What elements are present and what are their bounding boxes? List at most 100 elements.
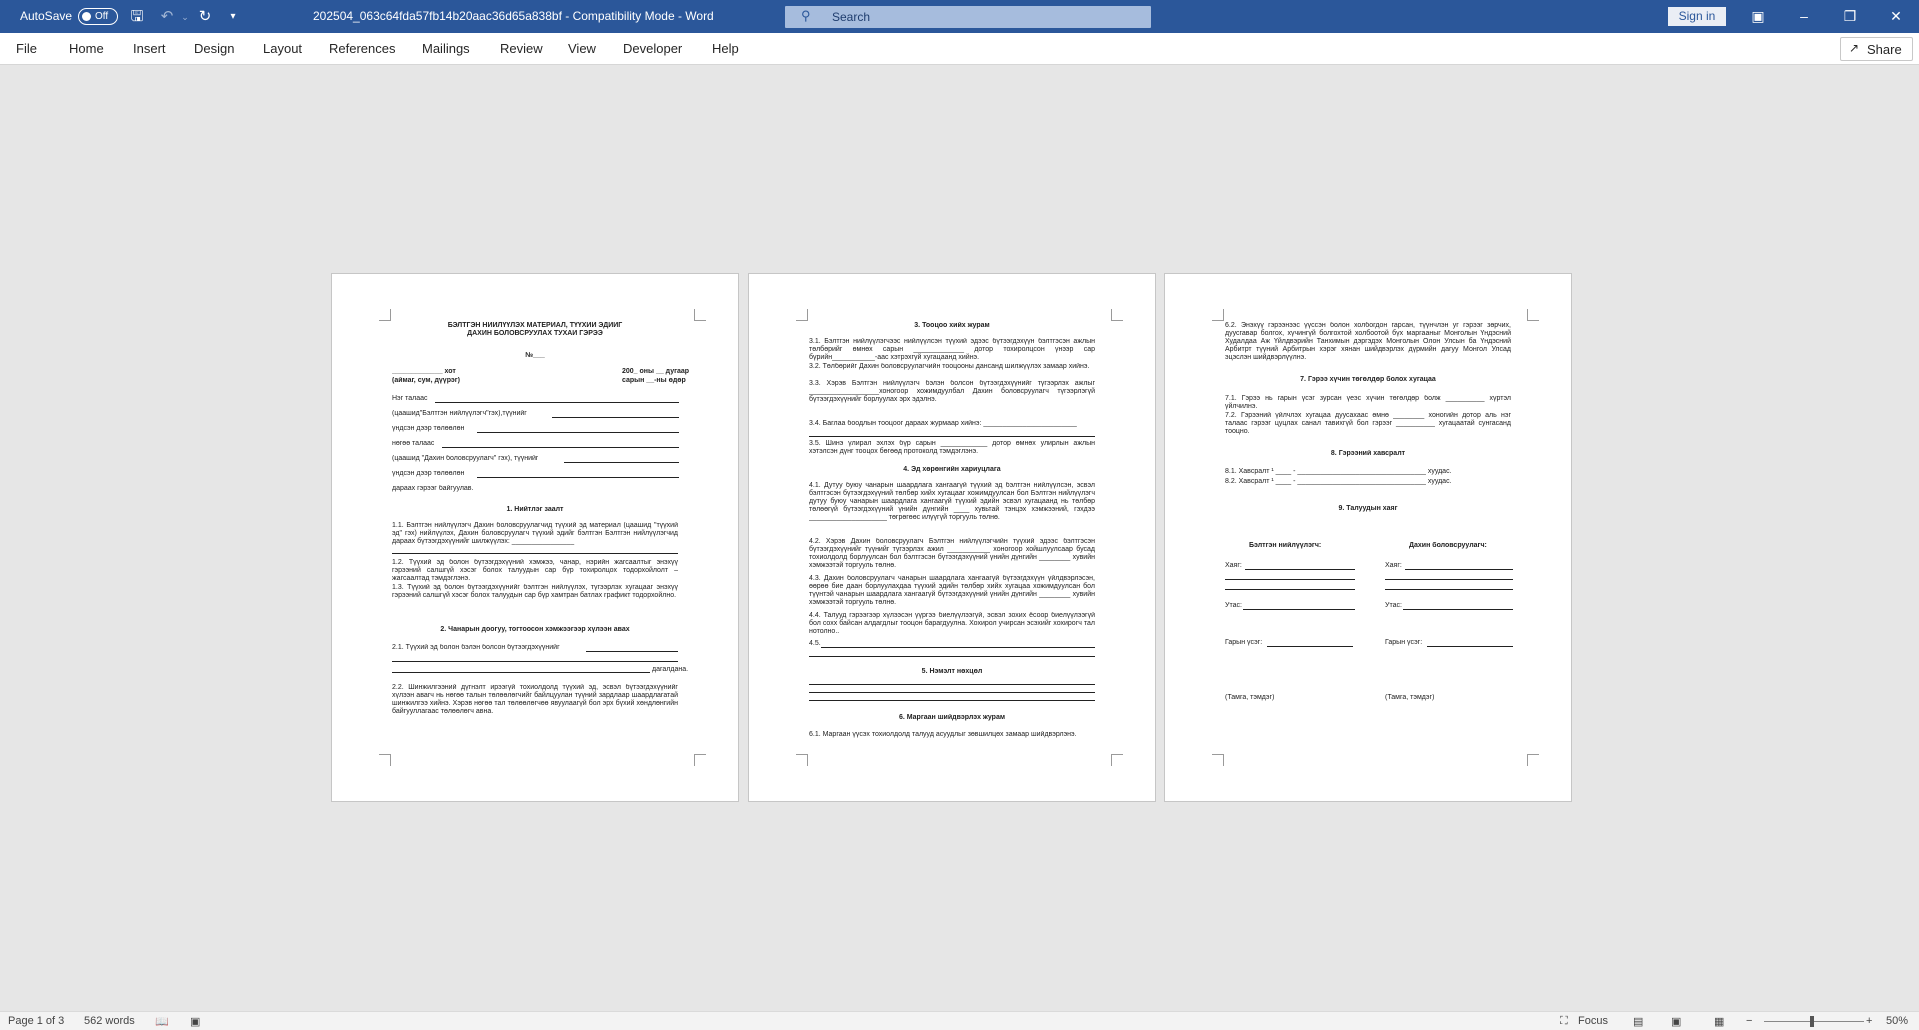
autosave-toggle[interactable]: Off [78,8,118,25]
print-layout-icon[interactable]: ▣ [1671,1015,1681,1028]
focus-label[interactable]: Focus [1578,1015,1608,1027]
tab-insert[interactable]: Insert [133,41,166,56]
tab-home[interactable]: Home [69,41,104,56]
clause-1-2: 1.2. Түүхий эд болон бүтээгдэхүүний хэмж… [392,559,678,582]
tab-review[interactable]: Review [500,41,543,56]
undo-icon[interactable]: ↶ [157,7,177,27]
proofing-icon[interactable]: 📖 [155,1015,169,1028]
ribbon-display-options-icon[interactable]: ▣ [1735,0,1781,33]
focus-icon[interactable]: ⛶ [1560,1015,1568,1028]
supplier-address-label: Хаяг: [1225,562,1242,569]
restore-icon[interactable]: ❐ [1827,0,1873,33]
minimize-icon[interactable]: – [1781,0,1827,33]
clause-4-5: 4.5. [809,640,821,647]
customize-toolbar-icon[interactable]: ▾ [223,7,243,27]
fill-line [1267,646,1353,647]
crop-mark [796,309,808,321]
save-icon[interactable]: 🖫 [127,7,147,27]
crop-mark [1212,309,1224,321]
tab-developer[interactable]: Developer [623,41,682,56]
fill-line [477,477,679,478]
section-4-heading: 4. Эд хөрөнгийн хариуцлага [903,466,1001,473]
section-8-heading: 8. Гэрээний хавсралт [1330,450,1406,457]
clause-1-3: 1.3. Түүхий эд болон бүтээгдэхүүнийг бэл… [392,584,678,599]
fill-line [1385,589,1513,590]
fill-line [1385,579,1513,580]
clause-3-4: 3.4. Баглаа боодлын тооцоог дараах журма… [809,420,1077,427]
processor-address-label: Хаяг: [1385,562,1402,569]
share-button[interactable]: ↗ Share [1840,37,1913,61]
ribbon-tabs: File Home Insert Design Layout Reference… [0,33,1919,65]
document-page-2[interactable]: 3. Тооцоо хийх журам 3.1. Бэлтгэн нийлүү… [748,273,1156,802]
date-sublabel: сарын __-ны өдөр [622,377,686,384]
processor-phone-label: Утас: [1385,602,1402,609]
clause-2-1: 2.1. Түүхий эд болон бэлэн болсон бүтээг… [392,644,560,651]
party2-rep: үндсэн дээр төлөөлөн [392,470,465,477]
section-3-heading: 3. Тооцоо хийх журам [914,322,990,329]
clause-4-3: 4.3. Дахин боловсруулагч чанарын шаардла… [809,575,1095,606]
fill-line [392,661,678,662]
zoom-slider-thumb[interactable] [1810,1016,1814,1027]
undo-dropdown-icon[interactable]: ⌄ [175,7,195,27]
redo-icon[interactable]: ↻ [195,7,215,27]
clause-6-2: 6.2. Энэхүү гэрээнээс үүссэн болон холбо… [1225,322,1511,361]
sign-in-button[interactable]: Sign in [1668,7,1726,26]
tab-layout[interactable]: Layout [263,41,302,56]
crop-mark [1527,754,1539,766]
crop-mark [379,309,391,321]
tab-references[interactable]: References [329,41,395,56]
clause-3-2: 3.2. Төлбөрийг Дахин боловсруулагчийн то… [809,363,1090,370]
zoom-level[interactable]: 50% [1886,1015,1908,1027]
word-count[interactable]: 562 words [84,1015,135,1027]
tab-design[interactable]: Design [194,41,234,56]
close-icon[interactable]: ✕ [1873,0,1919,33]
clause-3-3: 3.3. Хэрэв Бэлтгэн нийлүүлэгч бэлэн болс… [809,380,1095,403]
status-bar: Page 1 of 3 562 words 📖 ▣ ⛶ Focus ▤ ▣ ▦ … [0,1011,1919,1030]
clause-6-1: 6.1. Маргаан үүсэх тохиолдолд талууд асу… [809,731,1077,738]
date-field: 200_ оны __ дугаар [622,368,690,375]
crop-mark [1111,754,1123,766]
document-page-1[interactable]: БЭЛТГЭН НИЙЛҮҮЛЭХ МАТЕРИАЛ, ТҮҮХИЙ ЭДИЙГ… [331,273,739,802]
fill-line [435,402,679,403]
zoom-out-icon[interactable]: − [1746,1015,1752,1027]
section-2-heading: 2. Чанарын доогуу, тогтоосон хэмжээгээр … [440,626,630,633]
tab-file[interactable]: File [16,41,37,56]
search-icon: ⚲ [801,8,811,23]
contract-title-line-2: ДАХИН БОЛОВСРУУЛАХ ТУХАЙ ГЭРЭЭ [467,330,603,337]
share-label: Share [1867,42,1902,57]
processor-label: Дахин боловсруулагч: [1409,542,1487,549]
share-icon: ↗ [1849,41,1860,55]
read-mode-icon[interactable]: ▤ [1633,1015,1643,1028]
clause-3-5: 3.5. Шинэ үлирал эхлэх бүр сарын _______… [809,440,1095,455]
contract-number: №___ [525,352,545,359]
clause-4-1: 4.1. Дутуу буюу чанарын шаардлага хангаа… [809,482,1095,521]
search-box[interactable]: ⚲ Search [785,6,1151,28]
document-page-3[interactable]: 6.2. Энэхүү гэрээнээс үүссэн болон холбо… [1164,273,1572,802]
fill-line [552,417,679,418]
fill-line [1427,646,1513,647]
tab-view[interactable]: View [568,41,596,56]
tab-help[interactable]: Help [712,41,739,56]
page-count[interactable]: Page 1 of 3 [8,1015,64,1027]
fill-line [564,462,679,463]
web-layout-icon[interactable]: ▦ [1714,1015,1724,1028]
party2-alias: (цаашид "Дахин боловсруулагч" гэх), түүн… [392,455,539,462]
section-5-heading: 5. Нэмэлт нөхцөл [921,668,983,675]
fill-line [809,700,1095,701]
clause-4-2: 4.2. Хэрэв Дахин боловсруулагч Бэлтгэн н… [809,538,1095,569]
fill-line [1243,609,1355,610]
tab-mailings[interactable]: Mailings [422,41,470,56]
fill-line [821,647,1095,648]
fill-line [477,432,679,433]
fill-line [809,692,1095,693]
macro-recording-icon[interactable]: ▣ [190,1015,200,1028]
clause-2-1-end: дагалдана. [652,666,689,673]
supplier-stamp-label: (Тамга, тэмдэг) [1225,694,1275,701]
clause-2-2: 2.2. Шинжилгээний дүгнэлт ирээгүй тохиол… [392,684,678,715]
section-9-heading: 9. Талуудын хаяг [1338,505,1398,512]
section-6-heading: 6. Маргаан шийдвэрлэх журам [898,714,1006,721]
zoom-slider[interactable] [1764,1016,1864,1027]
crop-mark [796,754,808,766]
fill-line [1225,579,1355,580]
zoom-in-icon[interactable]: + [1866,1015,1872,1027]
